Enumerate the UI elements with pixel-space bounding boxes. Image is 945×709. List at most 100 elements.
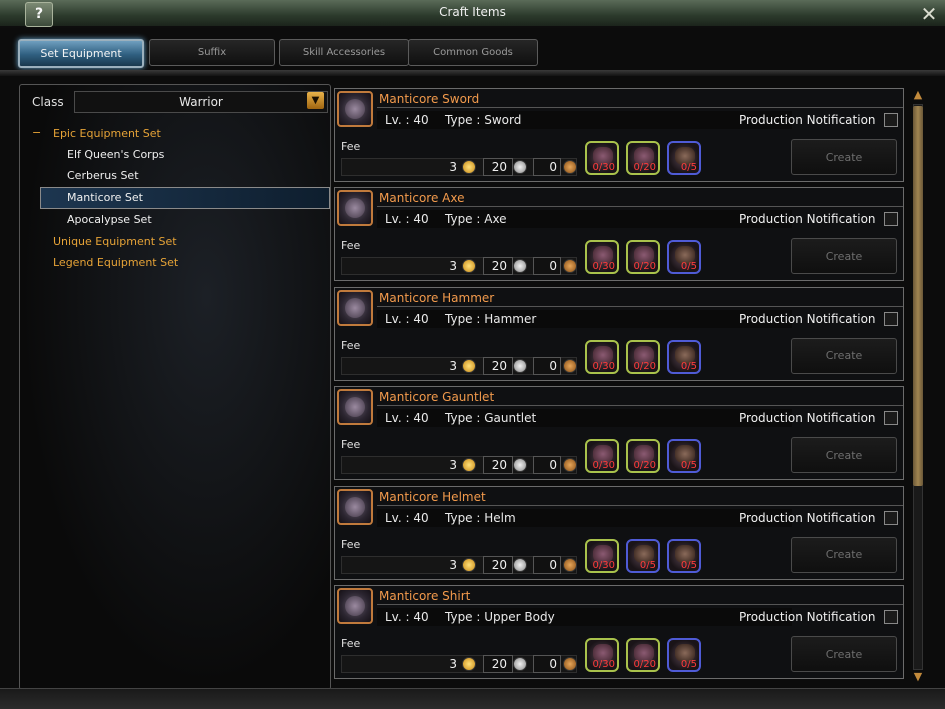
tree-item-cerberus-set[interactable]: Cerberus Set bbox=[67, 169, 139, 182]
collapse-toggle-icon[interactable]: − bbox=[32, 126, 41, 139]
item-icon[interactable] bbox=[337, 588, 373, 624]
fee-copper-value: 0 bbox=[549, 358, 557, 373]
item-icon[interactable] bbox=[337, 488, 373, 525]
window-title: Craft Items bbox=[439, 5, 506, 19]
fee-label: Fee bbox=[341, 338, 361, 352]
fee-gold-value: 3 bbox=[449, 557, 457, 572]
material-slot[interactable]: 0/30 bbox=[585, 538, 619, 573]
fee-copper-value: 0 bbox=[549, 557, 557, 572]
scroll-up-icon[interactable]: ▲ bbox=[910, 88, 926, 102]
notification-label: Production Notification bbox=[739, 311, 876, 326]
fee-copper-value: 0 bbox=[549, 160, 557, 174]
item-icon[interactable] bbox=[337, 190, 373, 227]
material-slot[interactable]: 0/20 bbox=[626, 439, 660, 474]
create-button[interactable]: Create bbox=[791, 636, 897, 672]
material-slot[interactable]: 0/5 bbox=[667, 339, 701, 374]
notification-checkbox[interactable] bbox=[884, 113, 898, 127]
tree-item-manticore-set[interactable]: Manticore Set bbox=[67, 191, 143, 204]
tree-category-unique[interactable]: Unique Equipment Set bbox=[53, 235, 177, 248]
scrollbar[interactable]: ▲ ▼ bbox=[909, 88, 927, 684]
create-button[interactable]: Create bbox=[791, 238, 897, 275]
tab-bar: Set Equipment Suffix Skill Accessories C… bbox=[14, 36, 934, 68]
material-slot[interactable]: 0/20 bbox=[626, 141, 660, 175]
material-slot[interactable]: 0/30 bbox=[585, 339, 619, 374]
fee-label: Fee bbox=[341, 537, 361, 551]
chevron-down-icon[interactable]: ▼ bbox=[307, 92, 324, 109]
item-name: Manticore Axe bbox=[379, 191, 465, 206]
scroll-down-icon[interactable]: ▼ bbox=[910, 670, 926, 684]
material-slot[interactable]: 0/30 bbox=[585, 638, 619, 672]
tree-category-legend[interactable]: Legend Equipment Set bbox=[53, 256, 178, 269]
item-icon[interactable] bbox=[337, 289, 373, 326]
divider bbox=[377, 504, 903, 506]
recipe-card: Manticore Helmet Lv. : 40 Type : Helm Produ… bbox=[334, 485, 904, 580]
tab-suffix[interactable]: Suffix bbox=[149, 39, 275, 66]
create-button[interactable]: Create bbox=[791, 437, 897, 474]
close-icon[interactable]: ✕ bbox=[915, 3, 943, 25]
fee-silver-value: 20 bbox=[491, 358, 507, 373]
item-icon[interactable] bbox=[337, 389, 373, 426]
tab-common-goods[interactable]: Common Goods bbox=[408, 39, 538, 66]
material-count: 0/20 bbox=[633, 162, 656, 173]
help-icon[interactable]: ? bbox=[25, 2, 53, 27]
tree-category-epic[interactable]: Epic Equipment Set bbox=[53, 127, 161, 140]
recipe-list: Manticore Sword Lv. : 40 Type : Sword Produ… bbox=[334, 84, 906, 684]
item-level: Lv. : 40 bbox=[385, 510, 429, 525]
item-glyph bbox=[345, 596, 365, 616]
info-strip bbox=[377, 508, 792, 527]
item-name: Manticore Helmet bbox=[379, 489, 486, 504]
create-button[interactable]: Create bbox=[791, 139, 897, 175]
divider bbox=[377, 405, 903, 407]
info-strip bbox=[377, 608, 792, 626]
material-count: 0/5 bbox=[680, 360, 697, 372]
item-glyph bbox=[345, 99, 365, 119]
item-glyph bbox=[345, 496, 365, 517]
notification-checkbox[interactable] bbox=[884, 610, 898, 624]
scroll-thumb[interactable] bbox=[913, 106, 923, 486]
fee-gold-value: 3 bbox=[449, 358, 457, 373]
material-slot[interactable]: 0/20 bbox=[626, 638, 660, 672]
silver-coin-icon bbox=[513, 557, 527, 572]
material-slot[interactable]: 0/30 bbox=[585, 141, 619, 175]
class-dropdown[interactable]: Warrior bbox=[74, 91, 328, 113]
notification-label: Production Notification bbox=[739, 610, 876, 624]
material-slot[interactable]: 0/5 bbox=[667, 141, 701, 175]
material-slot[interactable]: 0/5 bbox=[667, 638, 701, 672]
recipe-card: Manticore Gauntlet Lv. : 40 Type : Gauntle… bbox=[334, 386, 904, 481]
tree-item-elf-queens-corps[interactable]: Elf Queen's Corps bbox=[67, 148, 164, 161]
material-slot[interactable]: 0/30 bbox=[585, 240, 619, 275]
item-glyph bbox=[345, 397, 365, 418]
item-icon[interactable] bbox=[337, 91, 373, 127]
notification-checkbox[interactable] bbox=[884, 510, 898, 525]
fee-copper-value: 0 bbox=[549, 458, 557, 473]
material-slot[interactable]: 0/30 bbox=[585, 439, 619, 474]
material-slot[interactable]: 0/5 bbox=[667, 538, 701, 573]
notification-checkbox[interactable] bbox=[884, 411, 898, 426]
fee-copper-value: 0 bbox=[549, 259, 557, 274]
fee-gold-value: 3 bbox=[449, 657, 457, 671]
tree-item-apocalypse-set[interactable]: Apocalypse Set bbox=[67, 213, 152, 226]
material-count: 0/30 bbox=[592, 659, 615, 670]
divider bbox=[377, 107, 903, 108]
material-count: 0/20 bbox=[633, 360, 656, 372]
tab-set-equipment[interactable]: Set Equipment bbox=[18, 39, 144, 68]
tab-skill-accessories[interactable]: Skill Accessories bbox=[279, 39, 409, 66]
item-name: Manticore Shirt bbox=[379, 589, 471, 603]
bottom-frame bbox=[0, 688, 945, 709]
create-button[interactable]: Create bbox=[791, 337, 897, 374]
notification-label: Production Notification bbox=[739, 113, 876, 127]
material-slot[interactable]: 0/5 bbox=[667, 240, 701, 275]
fee-silver-value: 20 bbox=[491, 657, 507, 671]
notification-checkbox[interactable] bbox=[884, 212, 898, 227]
create-button[interactable]: Create bbox=[791, 536, 897, 573]
material-slot[interactable]: 0/20 bbox=[626, 339, 660, 374]
recipe-card: Manticore Axe Lv. : 40 Type : Axe Productio… bbox=[334, 187, 904, 282]
gold-coin-icon bbox=[462, 657, 476, 671]
material-slot[interactable]: 0/20 bbox=[626, 240, 660, 275]
recipe-card: Manticore Hammer Lv. : 40 Type : Hammer Pro… bbox=[334, 286, 904, 381]
item-type: Type : Helm bbox=[445, 510, 516, 525]
material-count: 0/5 bbox=[680, 460, 697, 472]
material-slot[interactable]: 0/5 bbox=[626, 538, 660, 573]
notification-checkbox[interactable] bbox=[884, 311, 898, 326]
material-slot[interactable]: 0/5 bbox=[667, 439, 701, 474]
